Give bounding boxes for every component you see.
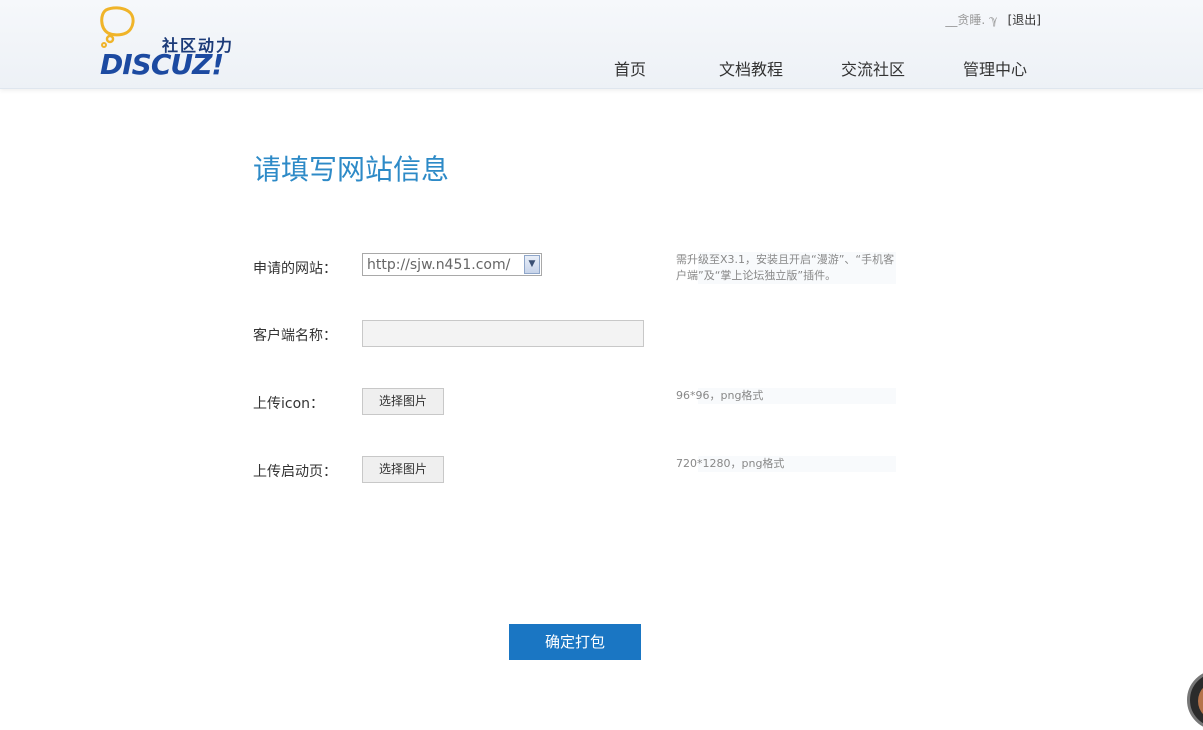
username[interactable]: __贪睡. ℽ (945, 13, 997, 27)
logo[interactable]: 社区动力 DISCUZ! (98, 6, 248, 81)
icon-hint: 96*96，png格式 (676, 388, 896, 404)
logout-link[interactable]: [退出] (1008, 13, 1041, 27)
floating-avatar[interactable] (1187, 670, 1203, 730)
user-bar: __贪睡. ℽ [退出] (945, 11, 1041, 28)
site-select-value: http://sjw.n451.com/ (367, 257, 511, 273)
logo-en-suffix: ! (211, 48, 224, 81)
nav-item-community[interactable]: 交流社区 (823, 56, 923, 80)
site-label: 申请的网站： (253, 261, 337, 277)
nav-item-docs[interactable]: 文档教程 (701, 56, 801, 80)
client-name-input[interactable] (362, 320, 644, 347)
client-name-label: 客户端名称： (253, 328, 337, 344)
icon-choose-button[interactable]: 选择图片 (362, 388, 444, 415)
site-hint: 需升级至X3.1，安装且开启“漫游”、“手机客户端”及“掌上论坛独立版”插件。 (676, 252, 896, 284)
logo-en-text: DISCUZ! (100, 48, 224, 81)
icon-upload-label: 上传icon： (253, 396, 325, 412)
submit-button[interactable]: 确定打包 (509, 624, 641, 660)
splash-upload-label: 上传启动页： (253, 464, 337, 480)
speech-bubble-icon (100, 6, 135, 48)
logo-en-word: DISCUZ (100, 48, 212, 81)
header: 社区动力 DISCUZ! __贪睡. ℽ [退出] 首页 文档教程 交流社区 管… (0, 0, 1203, 89)
site-select[interactable]: http://sjw.n451.com/ ▼ (362, 253, 542, 276)
page-title: 请填写网站信息 (253, 153, 450, 186)
chevron-down-icon[interactable]: ▼ (524, 255, 540, 274)
splash-hint: 720*1280，png格式 (676, 456, 896, 472)
nav-item-admin[interactable]: 管理中心 (945, 56, 1045, 80)
nav-item-home[interactable]: 首页 (580, 56, 680, 80)
avatar-image (1198, 681, 1203, 721)
splash-choose-button[interactable]: 选择图片 (362, 456, 444, 483)
